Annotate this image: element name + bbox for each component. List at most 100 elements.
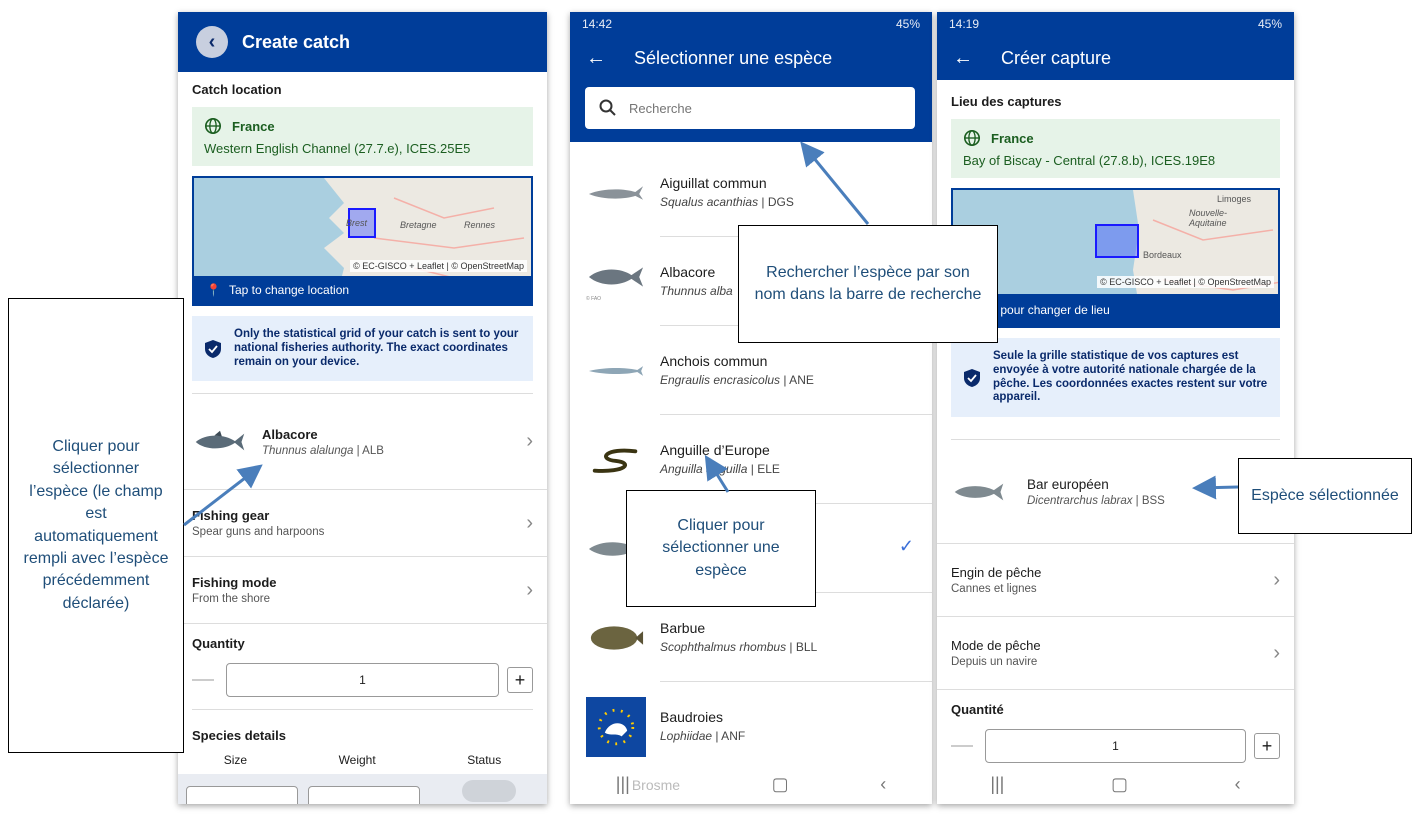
plus-icon: +: [1261, 735, 1273, 756]
chevron-right-icon: ›: [1273, 641, 1280, 664]
location-zone: Western English Channel (27.7.e), ICES.2…: [204, 141, 471, 156]
back-nav-icon[interactable]: ‹: [880, 774, 886, 795]
weight-input[interactable]: [308, 786, 420, 804]
map-label: Brest: [346, 218, 368, 228]
fishing-mode-label: Mode de pêche: [951, 638, 1041, 654]
map-label: Bordeaux: [1143, 250, 1182, 260]
chevron-right-icon: ›: [1273, 568, 1280, 591]
fishing-gear-row[interactable]: Fishing gear Spear guns and harpoons ›: [178, 490, 547, 558]
back-button[interactable]: ‹: [196, 26, 228, 58]
quantity-label: Quantité: [951, 702, 1004, 718]
location-country: France: [991, 130, 1034, 146]
check-icon: ✓: [898, 536, 914, 556]
species-scientific: Scophthalmus rhombus: [660, 640, 787, 654]
location-card: France Western English Channel (27.7.e),…: [192, 107, 533, 166]
fishing-mode-row[interactable]: Fishing mode From the shore ›: [178, 557, 547, 625]
screen-create-catch-fr: 14:19 45% ← Créer capture Lieu des captu…: [937, 12, 1294, 804]
quantity-input[interactable]: 1: [985, 729, 1246, 764]
fishing-mode-value: From the shore: [192, 593, 270, 606]
change-location-bar[interactable]: 📍 Tap to change location: [194, 276, 531, 304]
species-code: | ELE: [747, 462, 780, 476]
recent-apps-icon[interactable]: |||: [990, 774, 1004, 795]
species-name: Anchois commun: [660, 353, 768, 369]
map-credit: © EC-GISCO + Leaflet | © OpenStreetMap: [350, 260, 527, 272]
page-title: Sélectionner une espèce: [634, 47, 833, 68]
fishing-gear-label: Engin de pêche: [951, 565, 1042, 581]
species-scientific: Squalus acanthias: [660, 195, 759, 209]
species-scientific: Thunnus alba: [660, 284, 733, 298]
annotation-select: Cliquer pour sélectionner une espèce: [626, 490, 816, 607]
species-code: | ALB: [353, 444, 384, 457]
shield-icon: [205, 339, 221, 358]
species-scientific: Lophiidae: [660, 729, 713, 743]
fishing-gear-value: Cannes et lignes: [951, 583, 1037, 596]
fishing-gear-row[interactable]: Engin de pêche Cannes et lignes ›: [937, 544, 1294, 618]
species-scientific: Engraulis encrasicolus: [660, 373, 781, 387]
privacy-notice-text: Seule la grille statistique de vos captu…: [993, 350, 1268, 404]
fishing-mode-row[interactable]: Mode de pêche Depuis un navire ›: [937, 617, 1294, 691]
location-map[interactable]: Brest Bretagne Rennes © EC-GISCO + Leafl…: [192, 176, 533, 306]
home-icon[interactable]: ▢: [772, 774, 789, 795]
location-country: France: [232, 118, 275, 134]
search-input[interactable]: [629, 100, 879, 116]
details-columns: Size Weight Status: [178, 749, 547, 771]
page-title: Create catch: [242, 31, 351, 52]
decrement-button[interactable]: [951, 745, 973, 748]
size-input[interactable]: [186, 786, 298, 804]
species-code: | BSS: [1132, 494, 1165, 507]
increment-button[interactable]: +: [1254, 733, 1280, 760]
eel-fish-icon: [592, 448, 638, 473]
status-bar: 14:19 45%: [937, 12, 1294, 36]
quantity-input[interactable]: 1: [226, 663, 499, 698]
species-scientific: Anguilla anguilla: [660, 462, 748, 476]
screen-create-catch-en: ‹ Create catch Catch location France Wes…: [178, 12, 547, 804]
page-title: Créer capture: [1001, 47, 1112, 68]
location-card: France Bay of Biscay - Central (27.8.b),…: [951, 119, 1280, 178]
change-location-bar[interactable]: uchez pour changer de lieu: [953, 294, 1278, 326]
quantity-stepper: 1 +: [937, 729, 1294, 764]
chevron-right-icon: ›: [526, 430, 533, 453]
back-arrow-icon[interactable]: ←: [953, 47, 975, 70]
list-item[interactable]: Baudroies Lophiidae | ANF: [570, 682, 932, 771]
status-toggle[interactable]: [462, 780, 516, 802]
decrement-button[interactable]: [192, 679, 214, 682]
species-code: | BLL: [786, 640, 818, 654]
recent-apps-icon[interactable]: ||| Brosme: [616, 774, 680, 795]
annotation-left: Cliquer pour sélectionner l’espèce (le c…: [8, 298, 184, 753]
quantity-label: Quantity: [192, 636, 245, 652]
catch-location-label: Catch location: [192, 82, 282, 97]
status-time: 14:19: [949, 17, 980, 31]
species-details-label: Species details: [192, 728, 286, 744]
map-label: Nouvelle-Aquitaine: [1189, 208, 1228, 228]
fishing-mode-value: Depuis un navire: [951, 656, 1038, 669]
chevron-right-icon: ›: [526, 578, 533, 601]
species-name: Anguille d’Europe: [660, 442, 770, 458]
statistical-grid-square: [1095, 224, 1139, 258]
back-arrow-icon[interactable]: ←: [586, 47, 608, 70]
species-code: | ANF: [712, 729, 746, 743]
chevron-left-icon: ‹: [208, 30, 216, 53]
status-battery: 45%: [1257, 17, 1282, 31]
home-icon[interactable]: ▢: [1111, 774, 1128, 795]
species-name: Aiguillat commun: [660, 175, 767, 191]
globe-icon: [963, 129, 981, 147]
anchovy-fish-icon: [588, 365, 644, 376]
app-header: 14:42 45% ← Sélectionner une espèce: [570, 12, 932, 142]
tap-to-change-label: Tap to change location: [228, 283, 350, 297]
species-name: Barbue: [660, 620, 706, 636]
android-nav-bar: ||| ▢ ‹: [937, 764, 1294, 804]
list-item[interactable]: Aiguillat commun Squalus acanthias | DGS: [570, 148, 932, 237]
search-bar[interactable]: [585, 87, 915, 129]
species-code: | ANE: [780, 373, 814, 387]
albacore-fish-icon: [195, 430, 245, 451]
back-nav-icon[interactable]: ‹: [1235, 774, 1241, 795]
fishing-gear-value: Spear guns and harpoons: [192, 526, 325, 539]
annotation-selected: Espèce sélectionnée: [1238, 458, 1412, 534]
increment-button[interactable]: +: [507, 667, 533, 694]
search-icon: [599, 99, 616, 116]
column-status: Status: [467, 753, 502, 768]
fishing-gear-label: Fishing gear: [192, 508, 270, 524]
location-map[interactable]: Limoges Nouvelle-Aquitaine Bordeaux © EC…: [951, 188, 1280, 328]
species-row[interactable]: Albacore Thunnus alalunga | ALB ›: [178, 394, 547, 491]
species-name: Baudroies: [660, 709, 724, 725]
